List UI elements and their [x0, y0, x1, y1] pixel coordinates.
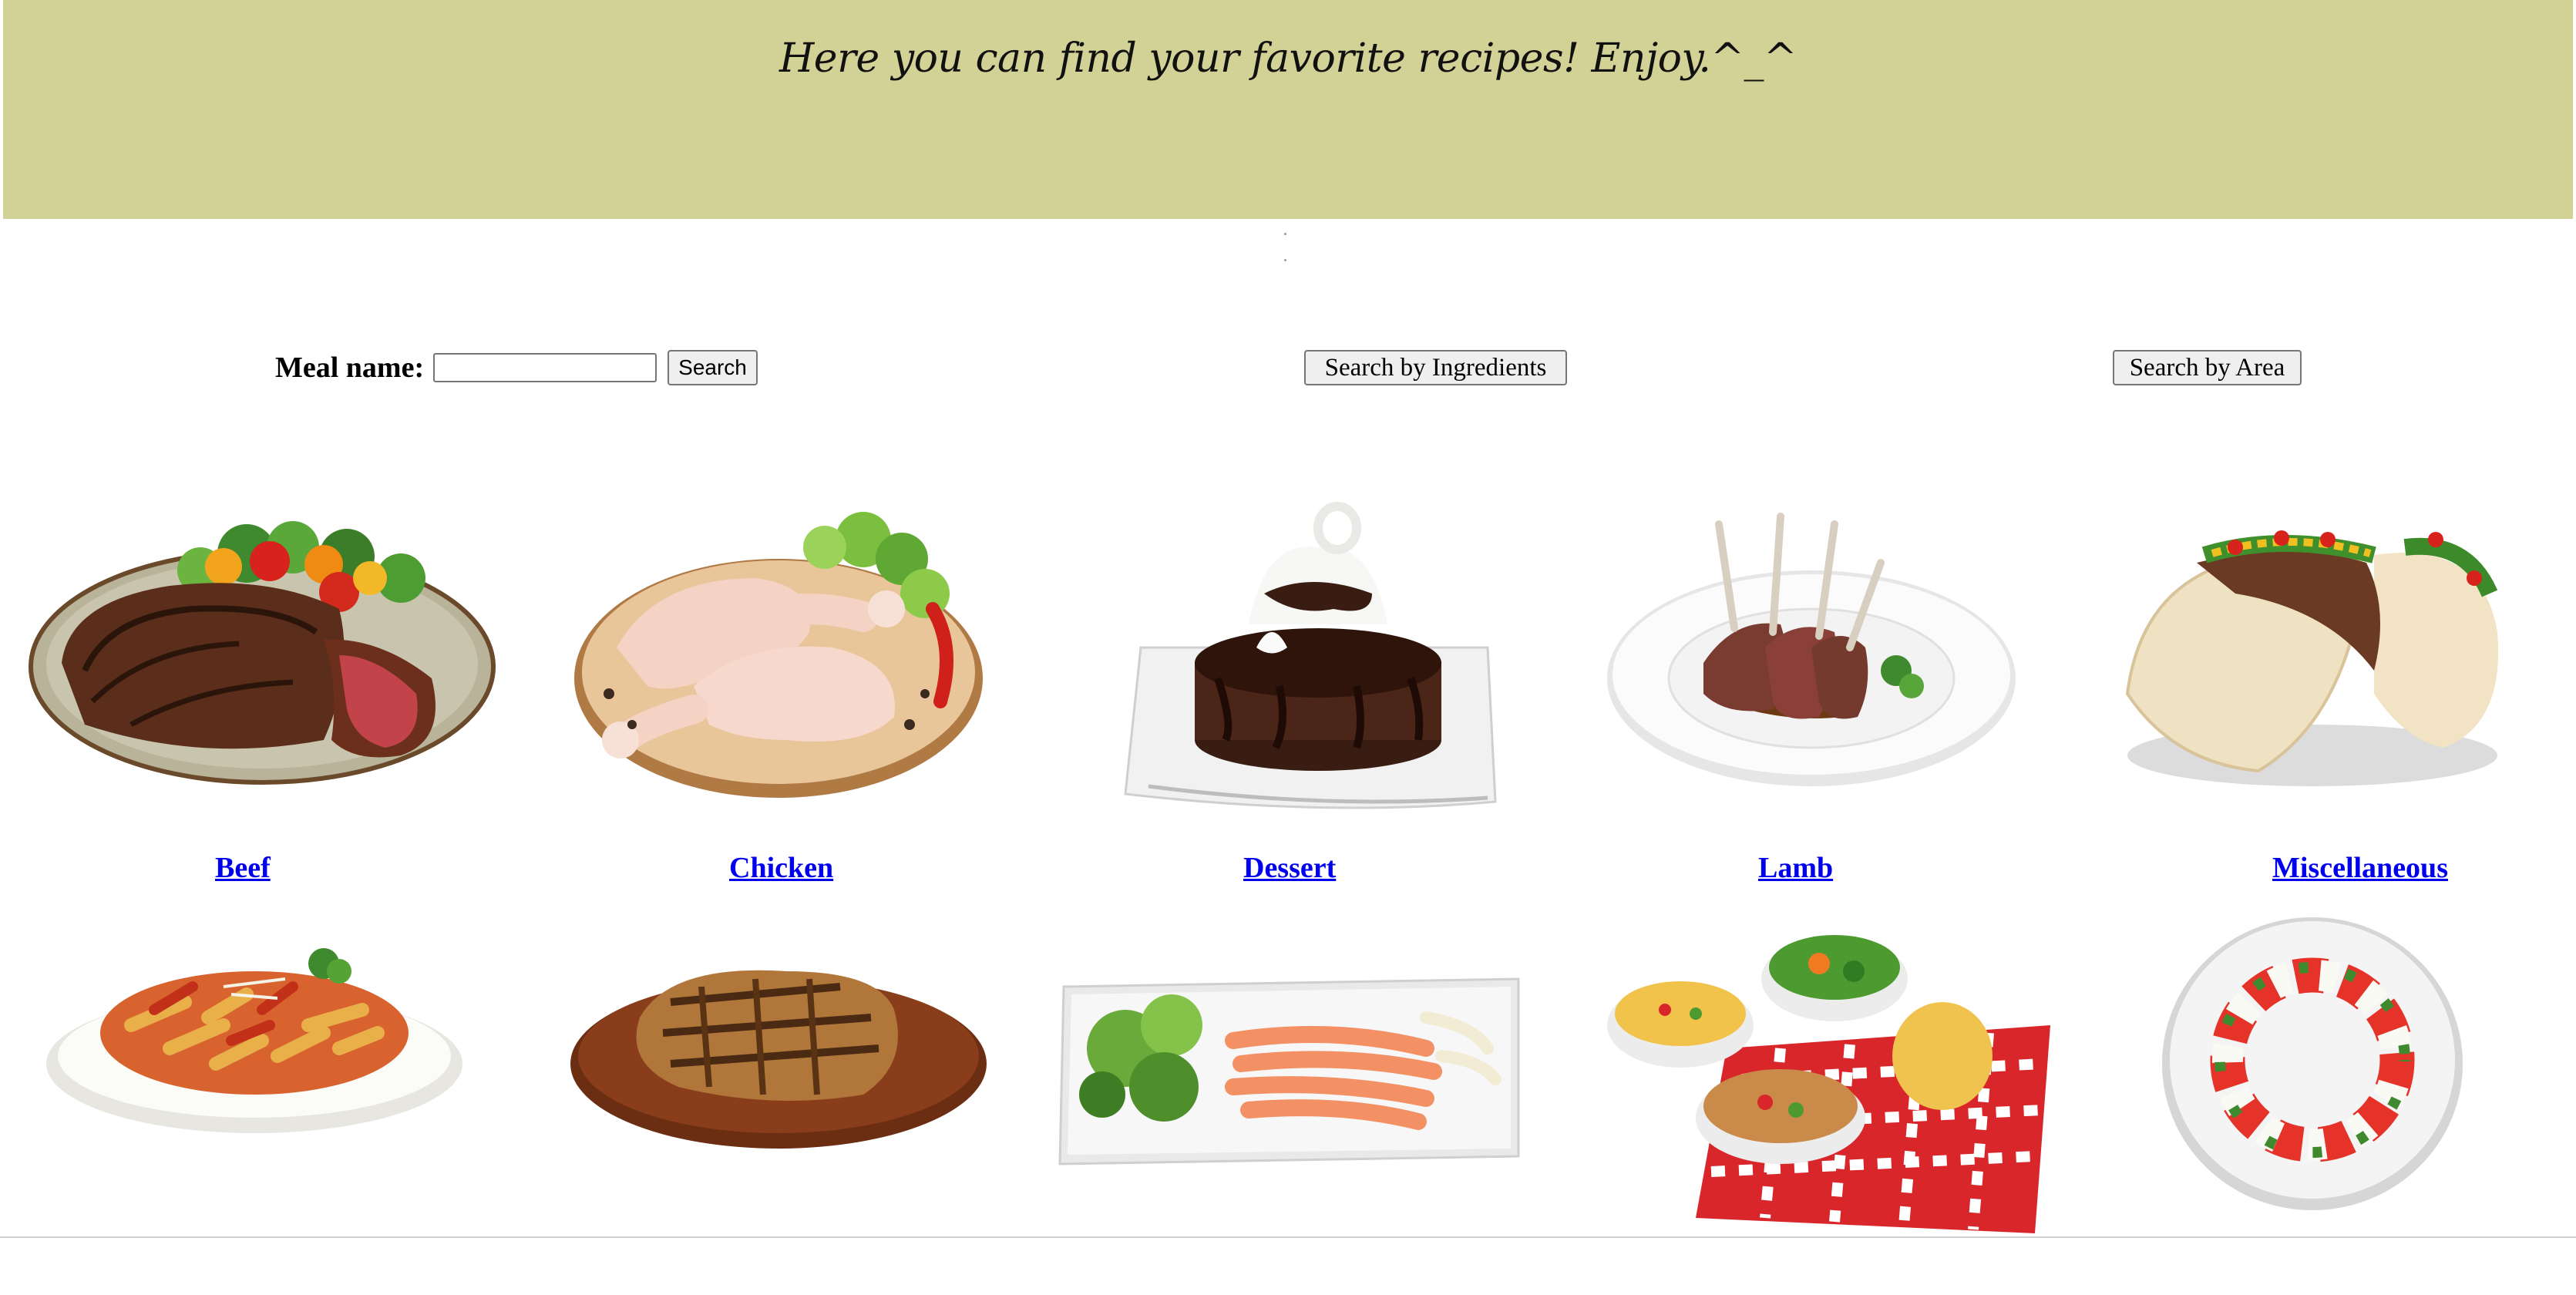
category-link-dessert[interactable]: Dessert [1243, 851, 1336, 885]
search-button[interactable]: Search [668, 350, 758, 385]
tacos-image[interactable] [2081, 493, 2574, 825]
raw-chicken-legs-image[interactable] [555, 493, 1048, 825]
meal-name-input[interactable] [433, 353, 657, 382]
penne-pasta-image[interactable] [31, 910, 524, 1241]
caprese-salad-image[interactable] [2158, 917, 2576, 1249]
search-bar: Meal name: Search Search by Ingredients … [0, 348, 2576, 387]
page-title: Here you can find your favorite recipes!… [779, 35, 1797, 82]
header-banner: Here you can find your favorite recipes!… [3, 0, 2573, 219]
steak-with-salad-image[interactable] [15, 493, 509, 825]
divider-dot [1284, 233, 1286, 235]
lamb-chops-image[interactable] [1588, 493, 2081, 825]
category-link-lamb[interactable]: Lamb [1758, 851, 1833, 885]
search-by-ingredients-button[interactable]: Search by Ingredients [1304, 350, 1567, 385]
search-by-area-button[interactable]: Search by Area [2113, 350, 2302, 385]
side-dishes-with-cornbread-image[interactable] [1588, 925, 2081, 1256]
category-link-miscellaneous[interactable]: Miscellaneous [2272, 851, 2448, 885]
category-link-chicken[interactable]: Chicken [729, 851, 833, 885]
divider-dot [1284, 259, 1286, 261]
category-link-beef[interactable]: Beef [215, 851, 271, 885]
salmon-carpaccio-image[interactable] [1056, 964, 1549, 1295]
chocolate-lava-cake-image[interactable] [1079, 493, 1572, 825]
meal-name-label: Meal name: [275, 352, 425, 384]
